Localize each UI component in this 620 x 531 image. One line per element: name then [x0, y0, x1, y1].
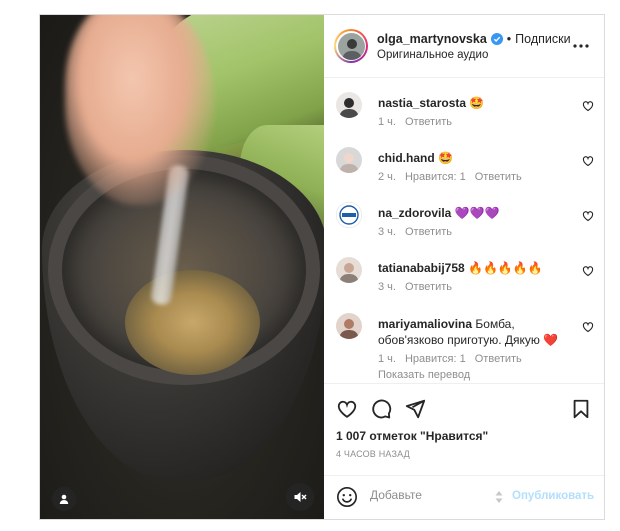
comment-text: 🔥🔥🔥🔥🔥: [468, 261, 543, 275]
comment-text: 🤩: [438, 151, 453, 165]
comment-username[interactable]: na_zdorovila: [378, 206, 451, 220]
comment-username[interactable]: mariyamaliovina: [378, 317, 472, 331]
comment-text: 💜💜💜: [454, 206, 500, 220]
comment-like-heart-icon[interactable]: [582, 265, 594, 277]
heart-icon[interactable]: [336, 398, 358, 420]
post-video[interactable]: [40, 15, 324, 519]
reply-button[interactable]: Ответить: [405, 226, 452, 238]
comment-text: 🤩: [469, 96, 485, 110]
original-audio-link[interactable]: Оригинальное аудио: [377, 49, 571, 61]
comment-username[interactable]: nastia_starosta: [378, 96, 466, 110]
post-actions: 1 007 отметок "Нравится" 4 ЧАСОВ НАЗАД: [324, 383, 604, 475]
more-horizontal-icon[interactable]: [572, 37, 590, 55]
commenter-avatar[interactable]: [336, 147, 362, 173]
reply-button[interactable]: Ответить: [405, 281, 452, 293]
reply-button[interactable]: Ответить: [405, 116, 452, 128]
comment-username[interactable]: chid.hand: [378, 151, 435, 165]
comment-like-heart-icon[interactable]: [582, 155, 594, 167]
comment-likes-count[interactable]: Нравится: 1: [405, 171, 466, 183]
commenter-avatar[interactable]: [336, 92, 362, 118]
comment-username[interactable]: tatianababij758: [378, 261, 465, 275]
reply-button[interactable]: Ответить: [475, 171, 522, 183]
blurred-hand: [65, 15, 215, 205]
following-button[interactable]: Подписки: [515, 32, 570, 46]
spices-in-mortar: [125, 270, 260, 375]
post-sidebar: olga_martynovska • Подписки Оригинальное…: [324, 15, 604, 519]
comment-input[interactable]: [370, 488, 480, 502]
comment-like-heart-icon[interactable]: [582, 321, 594, 333]
comment-time: 1 ч.: [378, 116, 396, 128]
user-tag-icon[interactable]: [52, 487, 76, 511]
speech-bubble-icon[interactable]: [370, 398, 392, 420]
comments-list[interactable]: nastia_starosta 🤩 1 ч. Ответить chid.han…: [324, 78, 604, 383]
commenter-avatar[interactable]: [336, 313, 362, 339]
show-translation-button[interactable]: Показать перевод: [378, 369, 470, 381]
likes-count[interactable]: 1 007 отметок "Нравится": [336, 429, 488, 443]
sort-arrows-icon: [495, 491, 503, 503]
post-header: olga_martynovska • Подписки Оригинальное…: [324, 15, 604, 78]
comment-likes-count[interactable]: Нравится: 1: [405, 353, 466, 365]
post-modal: olga_martynovska • Подписки Оригинальное…: [39, 14, 605, 520]
author-username[interactable]: olga_martynovska: [377, 32, 487, 46]
comment-time: 2 ч.: [378, 171, 396, 183]
comment-time: 3 ч.: [378, 226, 396, 238]
comment-time: 1 ч.: [378, 353, 396, 365]
smiley-icon[interactable]: [336, 486, 358, 508]
comment-composer: Опубликовать: [324, 475, 604, 519]
publish-button[interactable]: Опубликовать: [512, 490, 594, 502]
comment-like-heart-icon[interactable]: [582, 100, 594, 112]
header-separator: •: [506, 31, 512, 46]
verified-badge-icon: [490, 32, 503, 45]
comment-time: 3 ч.: [378, 281, 396, 293]
paper-plane-icon[interactable]: [404, 398, 426, 420]
author-avatar[interactable]: [334, 29, 368, 63]
commenter-avatar[interactable]: [336, 202, 362, 228]
comment-like-heart-icon[interactable]: [582, 210, 594, 222]
post-date: 4 ЧАСОВ НАЗАД: [336, 449, 410, 459]
reply-button[interactable]: Ответить: [475, 353, 522, 365]
bookmark-icon[interactable]: [570, 398, 592, 420]
commenter-avatar[interactable]: [336, 257, 362, 283]
speaker-muted-icon[interactable]: [286, 483, 314, 511]
